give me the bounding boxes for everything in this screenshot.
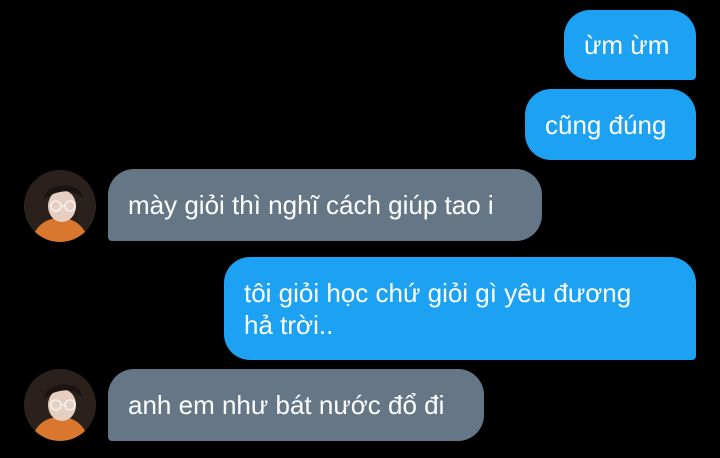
message-bubble-sent[interactable]: cũng đúng [525, 89, 696, 160]
message-bubble-sent[interactable]: tôi giỏi học chứ giỏi gì yêu đương hả tr… [224, 257, 696, 360]
message-text: anh em như bát nước đổ đi [128, 390, 445, 420]
message-bubble-received[interactable]: anh em như bát nước đổ đi [108, 369, 484, 441]
message-text-line: tôi giỏi học chứ giỏi gì yêu đương [244, 278, 632, 308]
person-photo-icon [24, 369, 96, 441]
message-text: mày giỏi thì nghĩ cách giúp tao i [128, 190, 494, 220]
message-text: cũng đúng [545, 110, 667, 140]
message-bubble-sent[interactable]: ừm ừm [564, 10, 696, 80]
person-photo-icon [24, 170, 96, 242]
message-bubble-received[interactable]: mày giỏi thì nghĩ cách giúp tao i [108, 169, 542, 241]
message-text-line: hả trời.. [244, 310, 334, 340]
message-text: ừm ừm [584, 30, 670, 60]
avatar[interactable] [24, 170, 96, 242]
avatar[interactable] [24, 369, 96, 441]
